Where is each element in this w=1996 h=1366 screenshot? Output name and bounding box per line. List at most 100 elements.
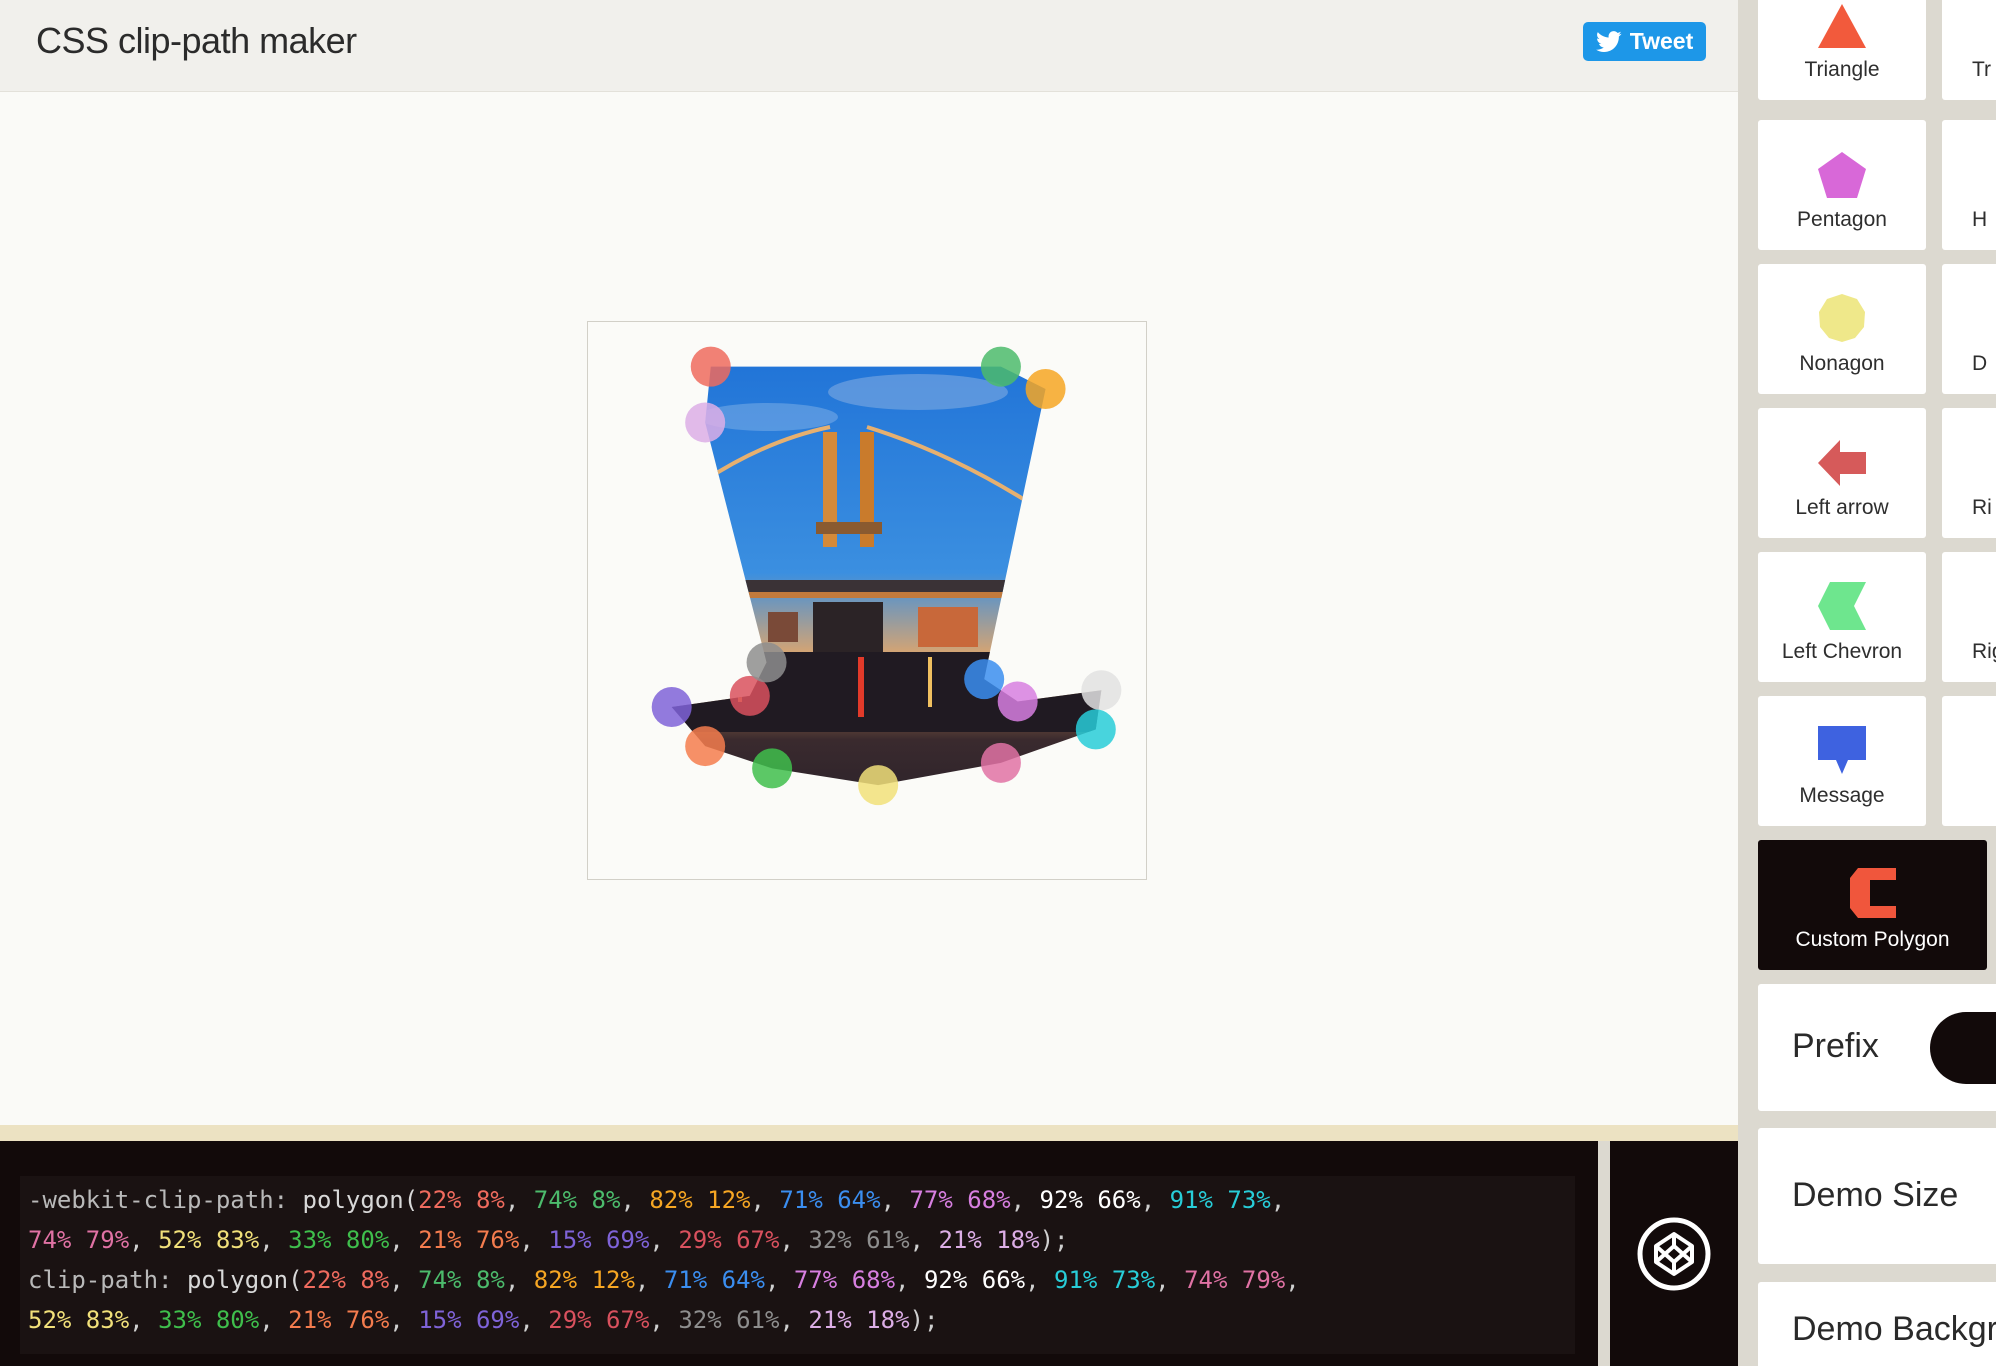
nonagon-icon [1819, 294, 1865, 342]
polygon-point-value: 91% 73% [1169, 1186, 1271, 1214]
shape-label: Triangle [1804, 58, 1880, 81]
polygon-handle[interactable] [1025, 368, 1066, 409]
polygon-point-value: 77% 68% [793, 1266, 896, 1294]
triangle-icon [1818, 4, 1866, 48]
shape-label: D [1972, 352, 1988, 375]
css-function: polygon( [302, 1186, 419, 1214]
demo-size-label: Demo Size [1792, 1176, 1959, 1214]
code-punctuation: , [1140, 1186, 1170, 1214]
shape-card-partial[interactable] [1942, 696, 1996, 826]
polygon-point-value: 22% 8% [302, 1266, 390, 1294]
code-punctuation: , [519, 1226, 549, 1254]
shape-card-triangle[interactable]: Triangle [1758, 0, 1926, 100]
shape-label: Left Chevron [1781, 640, 1903, 663]
polygon-handle[interactable] [997, 681, 1038, 722]
code-punctuation: , [779, 1306, 809, 1334]
polygon-point-value: 33% 80% [288, 1226, 390, 1254]
shape-card-partial[interactable]: H [1942, 120, 1996, 250]
code-line: 74% 79%, 52% 83%, 33% 80%, 21% 76%, 15% … [28, 1220, 1567, 1260]
shape-card-custom-polygon[interactable]: Custom Polygon [1758, 840, 1987, 970]
prefix-setting: Prefix [1758, 984, 1996, 1111]
polygon-point-value: 22% 8% [418, 1186, 505, 1214]
codepen-icon[interactable] [1636, 1216, 1712, 1292]
demo-background-label: Demo Backgro [1792, 1310, 1996, 1348]
polygon-handle[interactable] [1075, 709, 1116, 750]
code-punctuation: , [1155, 1266, 1185, 1294]
shape-label: Nonagon [1799, 352, 1885, 375]
polygon-point-value: 92% 66% [923, 1266, 1026, 1294]
code-punctuation: , [880, 1186, 910, 1214]
code-punctuation: , [634, 1266, 664, 1294]
polygon-handle[interactable] [964, 659, 1005, 700]
code-punctuation: ); [909, 1306, 939, 1334]
code-punctuation: , [764, 1266, 794, 1294]
polygon-point-value: 71% 64% [779, 1186, 881, 1214]
code-punctuation: , [1285, 1266, 1300, 1294]
demo-size-setting: Demo Size [1758, 1128, 1996, 1264]
polygon-point-value: 82% 12% [533, 1266, 635, 1294]
css-property: clip-path: [28, 1266, 187, 1294]
polygon-handle[interactable] [980, 742, 1021, 783]
code-line: -webkit-clip-path: polygon(22% 8%, 74% 8… [28, 1180, 1567, 1220]
left-arrow-icon [1818, 440, 1866, 486]
top-bar: CSS clip-path maker Tweet [0, 0, 1738, 92]
code-punctuation: , [779, 1226, 809, 1254]
polygon-handle[interactable] [980, 346, 1021, 387]
code-punctuation: , [1025, 1266, 1055, 1294]
code-punctuation: , [750, 1186, 780, 1214]
code-punctuation: , [259, 1306, 289, 1334]
shape-card-partial[interactable]: D [1942, 264, 1996, 394]
shape-card-left-chevron[interactable]: Left Chevron [1758, 552, 1926, 682]
polygon-point-value: 77% 68% [909, 1186, 1011, 1214]
polygon-handle[interactable] [752, 748, 793, 789]
polygon-point-value: 21% 76% [288, 1306, 390, 1334]
code-punctuation: , [1270, 1186, 1286, 1214]
code-line: clip-path: polygon(22% 8%, 74% 8%, 82% 1… [28, 1260, 1567, 1300]
css-function: polygon( [186, 1266, 303, 1294]
polygon-point-value: 29% 67% [548, 1306, 650, 1334]
code-line: 52% 83%, 33% 80%, 21% 76%, 15% 69%, 29% … [28, 1300, 1567, 1340]
shape-sidebar: Triangle Tr Pentagon H Nonagon D Left ar… [1738, 0, 1996, 1366]
polygon-handle[interactable] [651, 687, 692, 728]
code-punctuation: ); [1039, 1226, 1069, 1254]
polygon-handle[interactable] [746, 642, 787, 683]
polygon-handle[interactable] [1081, 670, 1122, 711]
polygon-point-value: 74% 79% [28, 1226, 130, 1254]
shape-card-left-arrow[interactable]: Left arrow [1758, 408, 1926, 538]
polygon-point-value: 74% 8% [418, 1266, 505, 1294]
css-property: -webkit-clip-path: [28, 1186, 303, 1214]
page-title: CSS clip-path maker [36, 20, 357, 61]
polygon-handle[interactable] [685, 726, 726, 767]
polygon-point-value: 74% 79% [1184, 1266, 1286, 1294]
twitter-bird-icon [1595, 30, 1622, 52]
code-output[interactable]: -webkit-clip-path: polygon(22% 8%, 74% 8… [20, 1176, 1575, 1354]
prefix-toggle[interactable] [1930, 1012, 1996, 1084]
code-punctuation: , [389, 1266, 419, 1294]
code-punctuation: , [909, 1226, 939, 1254]
polygon-handle[interactable] [685, 402, 726, 443]
polygon-point-value: 82% 12% [649, 1186, 751, 1214]
polygon-point-value: 15% 69% [548, 1226, 650, 1254]
custom-polygon-icon [1849, 868, 1896, 918]
shape-card-nonagon[interactable]: Nonagon [1758, 264, 1926, 394]
shape-card-message[interactable]: Message [1758, 696, 1926, 826]
code-punctuation: , [504, 1266, 534, 1294]
shape-label: Custom Polygon [1795, 928, 1950, 951]
polygon-point-value: 29% 67% [678, 1226, 780, 1254]
code-punctuation: , [389, 1226, 419, 1254]
polygon-handle[interactable] [690, 346, 731, 387]
shape-card-partial[interactable]: Ri [1942, 408, 1996, 538]
tweet-button[interactable]: Tweet [1583, 22, 1706, 61]
code-punctuation: , [1010, 1186, 1040, 1214]
shape-label: Message [1799, 784, 1885, 807]
shape-card-pentagon[interactable]: Pentagon [1758, 120, 1926, 250]
code-punctuation: , [129, 1306, 159, 1334]
code-punctuation: , [895, 1266, 924, 1294]
code-punctuation: , [620, 1186, 650, 1214]
shape-card-partial[interactable]: Righ [1942, 552, 1996, 682]
demo-stage [0, 92, 1738, 1125]
polygon-handle[interactable] [858, 765, 899, 806]
shape-card-partial[interactable]: Tr [1942, 0, 1996, 100]
shape-label: Pentagon [1797, 208, 1887, 231]
clip-path-editor[interactable] [588, 322, 1146, 879]
